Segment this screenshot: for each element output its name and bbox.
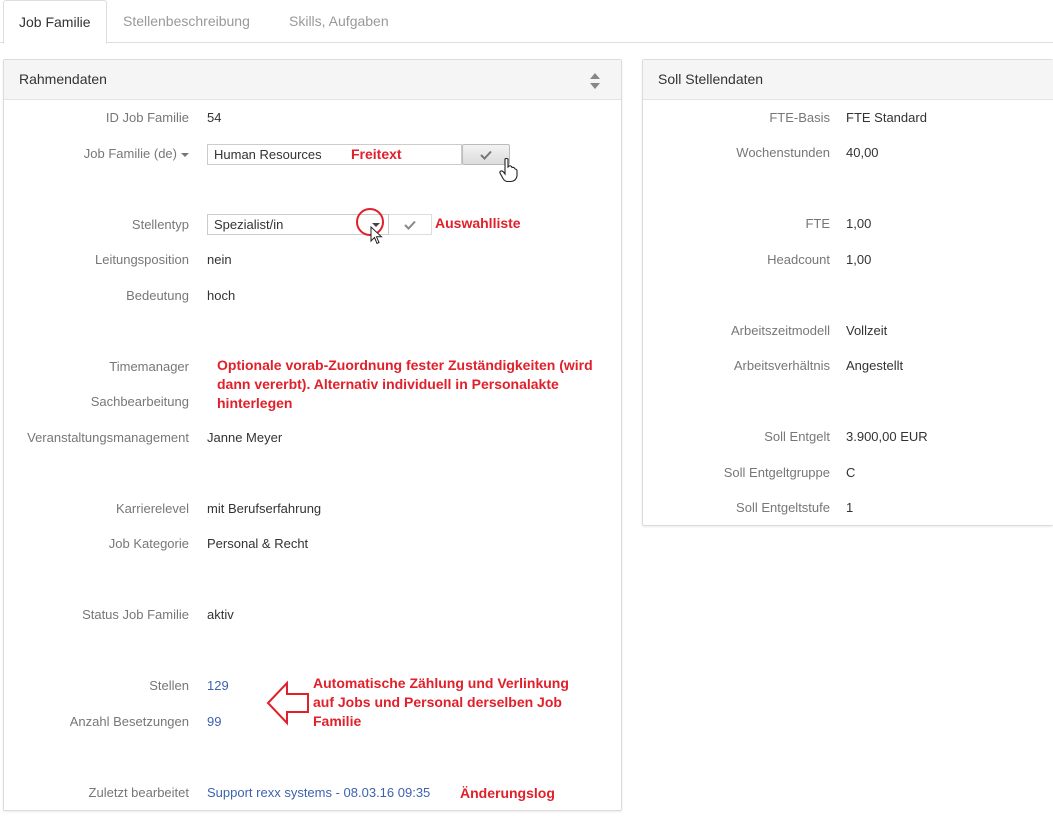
field-label: Soll Entgelt bbox=[764, 429, 830, 444]
annotation-line: auf Jobs und Personal derselben Job bbox=[313, 694, 562, 710]
rahmendaten-title: Rahmendaten bbox=[19, 71, 107, 87]
soll-stellendaten-panel: Soll Stellendaten FTE-Basis FTE Standard… bbox=[642, 59, 1053, 526]
hand-cursor-icon bbox=[499, 157, 518, 183]
field-label: Job Familie (de) bbox=[83, 146, 177, 161]
field-value: 1,00 bbox=[846, 252, 872, 267]
field-value: 3.900,00 EUR bbox=[846, 429, 928, 444]
caret-down-icon bbox=[181, 152, 189, 157]
annotation-optionale-zuordnung: Optionale vorab-Zuordnung fester Zuständ… bbox=[217, 356, 593, 413]
field-label: Karrierelevel bbox=[116, 501, 189, 516]
annotation-automatische-zaehlung: Automatische Zählung und Verlinkung auf … bbox=[313, 674, 569, 731]
tab-skills-aufgaben[interactable]: Skills, Aufgaben bbox=[274, 0, 404, 43]
field-row-wochenstunden: Wochenstunden 40,00 bbox=[643, 145, 1053, 165]
field-value: Vollzeit bbox=[846, 323, 888, 338]
field-value: hoch bbox=[207, 288, 236, 303]
arrow-cursor-icon bbox=[370, 226, 383, 245]
field-label: FTE bbox=[805, 216, 830, 231]
field-row-veranstaltungsmanagement: Veranstaltungsmanagement Janne Meyer bbox=[4, 430, 621, 450]
field-row-id: ID Job Familie 54 bbox=[4, 110, 621, 130]
field-label: Soll Entgeltstufe bbox=[736, 500, 830, 515]
zuletzt-bearbeitet-link[interactable]: Support rexx systems - 08.03.16 09:35 bbox=[207, 785, 430, 800]
anzahl-besetzungen-link[interactable]: 99 bbox=[207, 714, 221, 729]
job-familie-language-dropdown[interactable]: Job Familie (de) bbox=[84, 146, 189, 161]
soll-stellendaten-title: Soll Stellendaten bbox=[658, 71, 764, 87]
field-value: aktiv bbox=[207, 607, 234, 622]
annotation-line: Automatische Zählung und Verlinkung bbox=[313, 675, 569, 691]
field-label: Zuletzt bearbeitet bbox=[88, 785, 189, 800]
check-icon bbox=[480, 150, 492, 160]
field-label: Veranstaltungsmanagement bbox=[27, 430, 189, 445]
field-value: Janne Meyer bbox=[207, 430, 283, 445]
field-label: Leitungsposition bbox=[95, 252, 189, 267]
tab-job-familie[interactable]: Job Familie bbox=[3, 0, 107, 44]
field-row-soll-entgeltstufe: Soll Entgeltstufe 1 bbox=[643, 500, 1053, 520]
field-row-fte-basis: FTE-Basis FTE Standard bbox=[643, 110, 1053, 130]
field-row-arbeitszeitmodell: Arbeitszeitmodell Vollzeit bbox=[643, 323, 1053, 343]
field-row-job-kategorie: Job Kategorie Personal & Recht bbox=[4, 536, 621, 556]
field-value: Angestellt bbox=[846, 358, 904, 373]
annotation-line: dann vererbt). Alternativ individuell in… bbox=[217, 376, 559, 392]
field-label: Arbeitszeitmodell bbox=[731, 323, 830, 338]
soll-stellendaten-header: Soll Stellendaten bbox=[643, 60, 1053, 100]
annotation-line: Familie bbox=[313, 713, 362, 729]
field-label: Bedeutung bbox=[126, 288, 189, 303]
check-icon bbox=[404, 220, 416, 230]
rahmendaten-panel: Rahmendaten ID Job Familie 54 Job Famili… bbox=[3, 59, 622, 811]
field-label: Soll Entgeltgruppe bbox=[723, 465, 830, 480]
field-row-karrierelevel: Karrierelevel mit Berufserfahrung bbox=[4, 501, 621, 521]
field-row-status: Status Job Familie aktiv bbox=[4, 607, 621, 627]
stellen-link[interactable]: 129 bbox=[207, 678, 229, 693]
field-value: 54 bbox=[207, 110, 222, 125]
field-label: Stellen bbox=[149, 678, 189, 693]
sort-icon[interactable] bbox=[589, 72, 601, 90]
job-familie-input[interactable]: Human Resources bbox=[207, 144, 462, 165]
field-row-bedeutung: Bedeutung hoch bbox=[4, 288, 621, 308]
field-label: Stellentyp bbox=[131, 217, 189, 232]
tab-bar: Job Familie Stellenbeschreibung Skills, … bbox=[0, 0, 1053, 44]
field-row-soll-entgeltgruppe: Soll Entgeltgruppe C bbox=[643, 465, 1053, 485]
field-row-arbeitsverhaeltnis: Arbeitsverhältnis Angestellt bbox=[643, 358, 1053, 378]
field-value: 1 bbox=[846, 500, 854, 515]
field-label: Timemanager bbox=[109, 359, 189, 374]
annotation-aenderungslog: Änderungslog bbox=[460, 785, 555, 801]
field-label: Anzahl Besetzungen bbox=[69, 714, 189, 729]
field-value: FTE Standard bbox=[846, 110, 927, 125]
tab-stellenbeschreibung[interactable]: Stellenbeschreibung bbox=[108, 0, 265, 43]
field-label: FTE-Basis bbox=[769, 110, 830, 125]
field-label: Headcount bbox=[767, 252, 830, 267]
field-row-leitungsposition: Leitungsposition nein bbox=[4, 252, 621, 272]
confirm-stellentyp-button[interactable] bbox=[389, 214, 432, 235]
rahmendaten-header: Rahmendaten bbox=[4, 60, 621, 100]
field-row-headcount: Headcount 1,00 bbox=[643, 252, 1053, 272]
arrow-left-icon bbox=[266, 680, 309, 726]
field-row-soll-entgelt: Soll Entgelt 3.900,00 EUR bbox=[643, 429, 1053, 449]
field-label: Arbeitsverhältnis bbox=[733, 358, 830, 373]
field-value: nein bbox=[207, 252, 232, 267]
field-value: 40,00 bbox=[846, 145, 879, 160]
field-label: Wochenstunden bbox=[736, 145, 830, 160]
field-label: ID Job Familie bbox=[105, 110, 189, 125]
annotation-auswahlliste: Auswahlliste bbox=[435, 215, 521, 231]
field-label: Job Kategorie bbox=[108, 536, 189, 551]
field-row-fte: FTE 1,00 bbox=[643, 216, 1053, 236]
annotation-line: hinterlegen bbox=[217, 395, 293, 411]
field-value: C bbox=[846, 465, 856, 480]
stellentyp-selected-value: Spezialist/in bbox=[214, 217, 284, 232]
field-label: Sachbearbeitung bbox=[90, 394, 189, 409]
annotation-freitext: Freitext bbox=[351, 146, 402, 162]
field-value: 1,00 bbox=[846, 216, 872, 231]
annotation-line: Optionale vorab-Zuordnung fester Zuständ… bbox=[217, 357, 593, 373]
field-value: mit Berufserfahrung bbox=[207, 501, 322, 516]
field-value: Personal & Recht bbox=[207, 536, 309, 551]
field-label: Status Job Familie bbox=[82, 607, 189, 622]
